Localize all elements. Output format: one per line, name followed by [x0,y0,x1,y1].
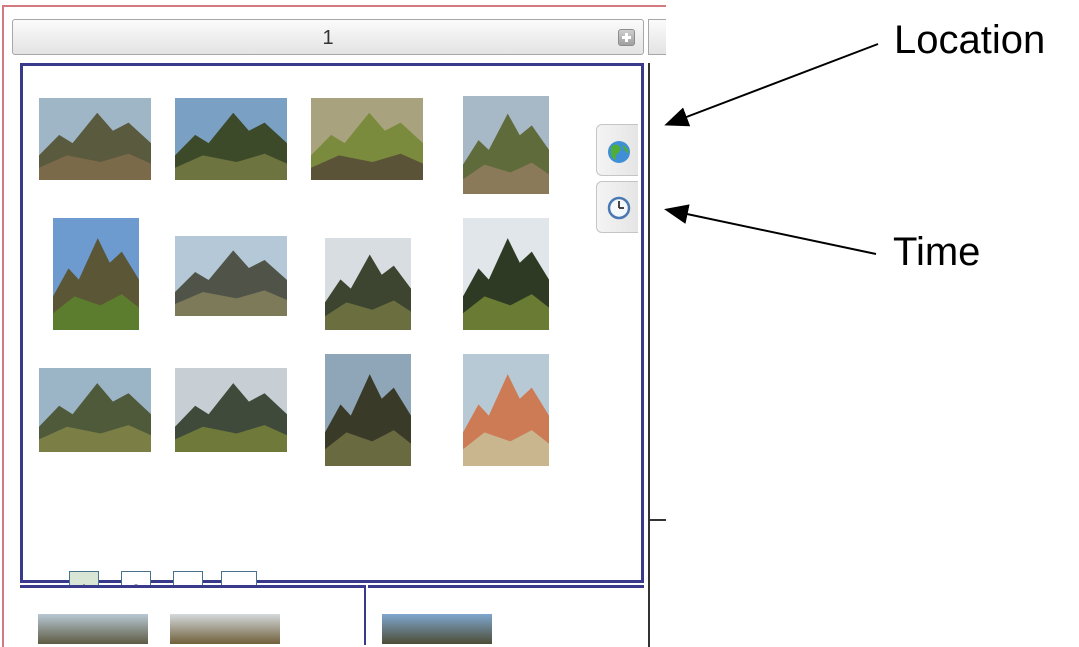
time-arrow [664,204,877,255]
mountain-photo-10[interactable] [175,368,287,452]
mountain-photo-11[interactable] [325,354,411,466]
location-arrow [664,43,879,127]
add-panel-button[interactable] [618,29,635,46]
photo-grid-panel: 1 2 > >> [20,63,644,607]
mountain-photo-3[interactable] [311,98,423,180]
mountain-photo-1[interactable] [39,98,151,180]
clock-icon [607,196,631,220]
mountain-photo-4[interactable] [463,96,549,194]
mountain-photo-7[interactable] [325,238,411,330]
bottom-panel-right [368,585,644,645]
panel-title: 1 [322,27,334,49]
location-tab[interactable] [596,124,638,176]
bottom-panel-left [20,585,366,645]
mountain-photo-5[interactable] [53,218,139,330]
globe-icon [608,141,630,163]
time-tab[interactable] [596,181,638,233]
app-frame: 1 [2,5,666,647]
mountain-photo-9[interactable] [39,368,151,452]
mountain-photo-15[interactable] [382,614,492,644]
mountain-photo-13[interactable] [38,614,148,644]
next-panel-separator [650,519,666,521]
mountain-photo-6[interactable] [175,236,287,316]
mountain-photo-14[interactable] [170,614,280,644]
panel-header: 1 [12,19,644,55]
group-photo-12[interactable] [463,354,549,466]
time-annotation: Time [893,230,981,274]
panel-divider [648,63,650,647]
next-panel-header [648,19,666,55]
mountain-photo-2[interactable] [175,98,287,180]
mountain-photo-8[interactable] [463,218,549,330]
location-annotation: Location [894,18,1046,62]
